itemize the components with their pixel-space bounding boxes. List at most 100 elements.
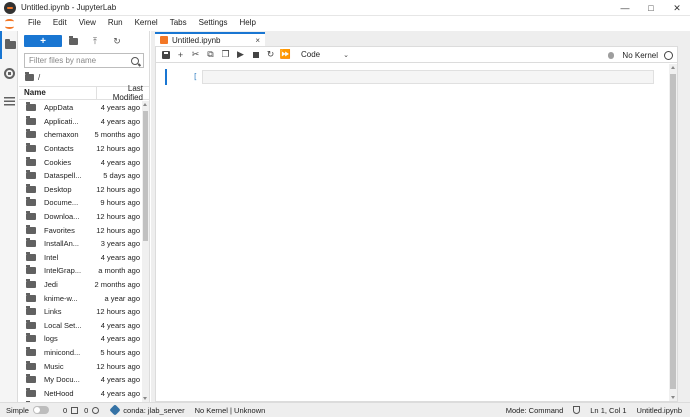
- new-folder-button[interactable]: [62, 34, 84, 48]
- close-window-button[interactable]: ✕: [664, 0, 690, 16]
- folder-icon: [26, 346, 36, 356]
- cell-input-editor[interactable]: [202, 70, 654, 84]
- list-item[interactable]: Dataspell... 5 days ago: [19, 169, 142, 183]
- notebook-scrollbar[interactable]: [669, 64, 677, 401]
- menu-help[interactable]: Help: [234, 16, 262, 30]
- copy-cell-button[interactable]: ⧉: [203, 48, 218, 62]
- restart-kernel-button[interactable]: ↻: [263, 48, 278, 62]
- notebook-scroll-thumb[interactable]: [670, 74, 676, 389]
- kernel-name-button[interactable]: No Kernel: [622, 51, 658, 60]
- cell-type-select[interactable]: Code ⌄: [301, 50, 349, 59]
- code-cell[interactable]: [ ]:: [165, 69, 655, 85]
- scroll-up-arrow-icon[interactable]: [670, 66, 675, 69]
- simple-mode-toggle[interactable]: Simple: [6, 406, 49, 415]
- list-item[interactable]: Downloa... 12 hours ago: [19, 210, 142, 224]
- restart-run-all-button[interactable]: ⏩: [278, 48, 293, 62]
- tab-untitled-notebook[interactable]: Untitled.ipynb ×: [155, 32, 265, 46]
- toggle-switch-icon[interactable]: [32, 406, 49, 414]
- upload-icon: ⤒: [93, 35, 97, 46]
- new-launcher-button[interactable]: +: [24, 35, 62, 47]
- list-item[interactable]: Music 12 hours ago: [19, 359, 142, 373]
- list-item[interactable]: IntelGrap... a month ago: [19, 264, 142, 278]
- running-sessions-tab[interactable]: [0, 59, 18, 87]
- list-item[interactable]: Desktop 12 hours ago: [19, 183, 142, 197]
- list-item[interactable]: Local Set... 4 years ago: [19, 319, 142, 333]
- cursor-position[interactable]: Ln 1, Col 1: [590, 406, 626, 415]
- kernel-status[interactable]: No Kernel | Unknown: [195, 406, 266, 415]
- scroll-down-arrow-icon[interactable]: [143, 397, 147, 400]
- menu-tabs[interactable]: Tabs: [164, 16, 193, 30]
- folder-icon: [26, 102, 36, 112]
- list-item[interactable]: chemaxon 5 months ago: [19, 128, 142, 142]
- scroll-down-arrow-icon[interactable]: [670, 396, 675, 399]
- file-browser-tab[interactable]: [0, 31, 18, 59]
- column-header-modified[interactable]: Last Modified: [97, 84, 149, 102]
- list-item[interactable]: knime-w... a year ago: [19, 291, 142, 305]
- interrupt-kernel-button[interactable]: [248, 48, 263, 62]
- menu-file[interactable]: File: [22, 16, 47, 30]
- menu-view[interactable]: View: [73, 16, 102, 30]
- table-of-contents-tab[interactable]: [0, 87, 18, 115]
- cell-type-value: Code: [301, 50, 321, 59]
- trust-shield-icon[interactable]: [573, 406, 581, 414]
- terminals-status[interactable]: 0: [63, 406, 79, 415]
- upload-button[interactable]: ⤒: [84, 34, 106, 48]
- list-item[interactable]: logs 4 years ago: [19, 332, 142, 346]
- list-item[interactable]: Jedi 2 months ago: [19, 278, 142, 292]
- list-item[interactable]: AppData 4 years ago: [19, 101, 142, 115]
- file-modified: a month ago: [98, 266, 140, 276]
- list-item[interactable]: NetHood 4 years ago: [19, 386, 142, 400]
- stop-icon: [252, 51, 259, 58]
- refresh-icon: ↻: [113, 35, 121, 46]
- menu-settings[interactable]: Settings: [193, 16, 234, 30]
- file-filter-input[interactable]: [29, 56, 131, 65]
- list-item[interactable]: Favorites 12 hours ago: [19, 223, 142, 237]
- close-icon[interactable]: ×: [255, 36, 260, 45]
- cursor-position-label: Ln 1, Col 1: [590, 405, 627, 415]
- minimize-button[interactable]: —: [612, 0, 638, 16]
- notebook-toolbar: + ✂ ⧉ ❐ ▶ ↻ ⏩ Code ⌄ No Kernel: [156, 47, 677, 63]
- file-modified: 3 years ago: [100, 239, 140, 249]
- notebook-icon: [160, 36, 168, 44]
- refresh-button[interactable]: ↻: [106, 34, 128, 48]
- list-item[interactable]: Docume... 9 hours ago: [19, 196, 142, 210]
- file-name: Applicati...: [44, 116, 79, 126]
- environment-status[interactable]: conda: jlab_server: [109, 404, 185, 416]
- file-list: AppData 4 years ago Applicati... 4 years ag…: [19, 101, 142, 402]
- column-header-name[interactable]: Name: [19, 86, 97, 100]
- list-item[interactable]: InstallAn... 3 years ago: [19, 237, 142, 251]
- current-file: Untitled.ipynb: [637, 406, 682, 415]
- file-name: AppData: [44, 103, 74, 113]
- file-name: minicond...: [44, 347, 81, 357]
- maximize-button[interactable]: □: [638, 0, 664, 16]
- jupyter-app-icon: [4, 1, 16, 14]
- kernels-status[interactable]: 0: [84, 406, 100, 415]
- file-name: Music: [44, 361, 64, 371]
- file-modified: 4 years ago: [100, 388, 140, 398]
- file-list-scrollbar[interactable]: [142, 101, 149, 402]
- folder-icon: [26, 306, 36, 316]
- debugger-bug-icon[interactable]: [608, 51, 615, 59]
- paste-cell-button[interactable]: ❐: [218, 48, 233, 62]
- run-cell-button[interactable]: ▶: [233, 48, 248, 62]
- scroll-up-arrow-icon[interactable]: [143, 103, 147, 106]
- cut-cell-button[interactable]: ✂: [188, 48, 203, 62]
- list-item[interactable]: Cookies 4 years ago: [19, 155, 142, 169]
- list-item[interactable]: Applicati... 4 years ago: [19, 115, 142, 129]
- list-item[interactable]: My Docu... 4 years ago: [19, 373, 142, 387]
- home-folder-icon[interactable]: [25, 71, 34, 81]
- menu-run[interactable]: Run: [102, 16, 129, 30]
- menu-edit[interactable]: Edit: [47, 16, 73, 30]
- insert-cell-button[interactable]: +: [173, 48, 188, 62]
- list-item[interactable]: Links 12 hours ago: [19, 305, 142, 319]
- breadcrumb-root[interactable]: /: [38, 73, 40, 82]
- menu-kernel[interactable]: Kernel: [129, 16, 164, 30]
- file-name: Jedi: [44, 280, 58, 290]
- file-browser-toolbar: + ⤒ ↻: [19, 31, 149, 51]
- save-button[interactable]: [158, 48, 173, 62]
- list-item[interactable]: Contacts 12 hours ago: [19, 142, 142, 156]
- list-item[interactable]: minicond... 5 hours ago: [19, 346, 142, 360]
- file-list-scroll-thumb[interactable]: [143, 111, 148, 241]
- list-item[interactable]: Intel 4 years ago: [19, 251, 142, 265]
- new-folder-icon: [68, 35, 78, 45]
